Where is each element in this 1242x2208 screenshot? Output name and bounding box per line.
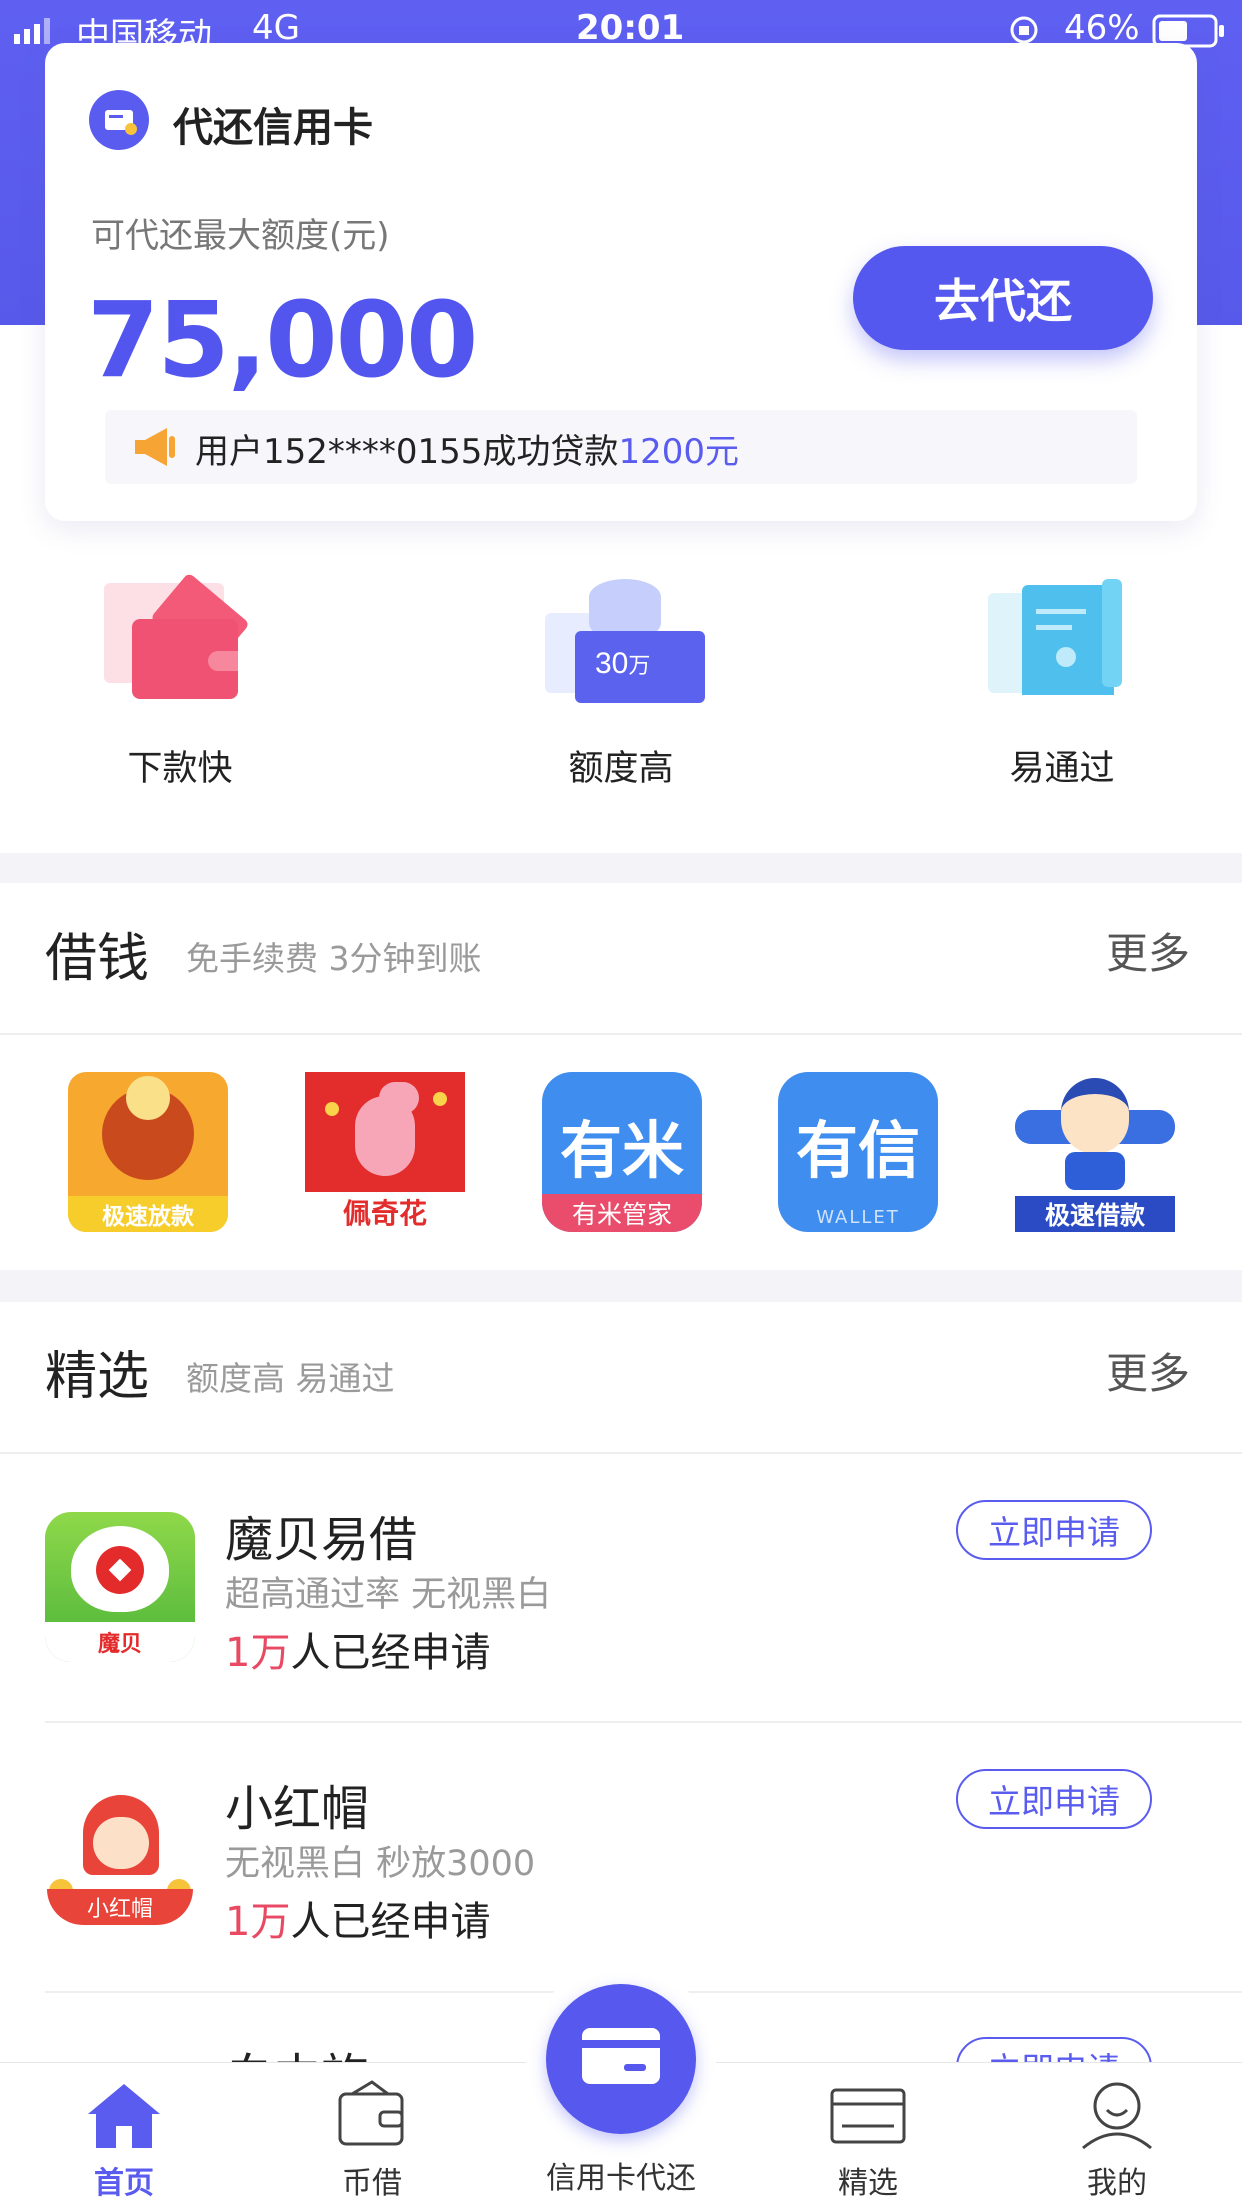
feature-easy-pass[interactable]: 易通过 bbox=[932, 575, 1192, 795]
section-divider bbox=[0, 1270, 1242, 1302]
notice-amount: 1200元 bbox=[618, 432, 739, 472]
app-peiqihua[interactable]: 佩奇花 bbox=[305, 1072, 465, 1232]
red-hood-girl-icon: 小红帽 bbox=[45, 1795, 195, 1935]
logo-text: 小红帽 bbox=[47, 1889, 193, 1925]
app-jisu-fangkuan[interactable]: 极速放款 bbox=[68, 1072, 228, 1232]
network-label: 4G bbox=[252, 8, 300, 48]
product-row[interactable]: 小红帽 小红帽 无视黑白 秒放3000 1万人已经申请 立即申请 bbox=[0, 1723, 1242, 1991]
apply-button[interactable]: 立即申请 bbox=[956, 1769, 1152, 1829]
app-youxin-wallet[interactable]: 有信 WALLET bbox=[778, 1072, 938, 1232]
feature-label: 易通过 bbox=[1009, 749, 1115, 789]
feature-label: 额度高 bbox=[568, 749, 674, 789]
megaphone-icon bbox=[135, 428, 175, 466]
wallet-icon bbox=[338, 2080, 404, 2146]
youxin-logo-icon: 有信 bbox=[795, 1114, 920, 1187]
feature-high-limit[interactable]: 30万 额度高 bbox=[491, 575, 751, 795]
credit-card-repay-card: 代还信用卡 可代还最大额度(元) 75,000 去代还 用户152****015… bbox=[45, 43, 1197, 521]
tab-label: 精选 bbox=[838, 2166, 898, 2201]
tab-featured[interactable]: 精选 bbox=[768, 2080, 968, 2202]
product-name: 白中旅 bbox=[225, 2037, 369, 2062]
credit-card-icon[interactable] bbox=[546, 1984, 696, 2134]
tab-credit-card-repay[interactable]: 信用卡代还 bbox=[521, 2153, 721, 2197]
tab-bijie[interactable]: 币借 bbox=[272, 2080, 472, 2202]
section-divider bbox=[0, 853, 1242, 883]
tab-label: 币借 bbox=[342, 2166, 402, 2201]
apply-count-suffix: 人已经申请 bbox=[290, 1899, 491, 1945]
card-list-icon bbox=[830, 2088, 906, 2144]
feature-label: 下款快 bbox=[127, 749, 233, 789]
tab-home[interactable]: 首页 bbox=[24, 2080, 224, 2202]
youmi-logo-icon: 有米 bbox=[559, 1114, 684, 1187]
app-youmi-guanjia[interactable]: 有米 有米管家 bbox=[542, 1072, 702, 1232]
featured-section-title: 精选 bbox=[45, 1347, 150, 1407]
borrow-section-subtitle: 免手续费 3分钟到账 bbox=[186, 939, 482, 978]
app-label: 极速借款 bbox=[1015, 1196, 1175, 1232]
tab-label: 首页 bbox=[94, 2166, 154, 2201]
apply-button[interactable]: 立即申请 bbox=[956, 1500, 1152, 1560]
feature-fast[interactable]: 下款快 bbox=[50, 572, 310, 795]
apply-button[interactable]: 立即申请 bbox=[956, 2037, 1152, 2062]
product-name: 魔贝易借 bbox=[225, 1512, 418, 1568]
card-repay-icon bbox=[89, 90, 149, 150]
app-jisu-jiekuan[interactable]: 极速借款 bbox=[1015, 1072, 1175, 1232]
orientation-lock-icon bbox=[1010, 16, 1038, 44]
product-apply-count: 1万人已经申请 bbox=[225, 1889, 490, 1947]
apply-count-value: 1万 bbox=[225, 1630, 291, 1676]
go-repay-button[interactable]: 去代还 bbox=[853, 246, 1153, 350]
product-apply-count: 1万人已经申请 bbox=[225, 1620, 490, 1678]
tab-label: 信用卡代还 bbox=[546, 2161, 696, 2196]
limit-label: 可代还最大额度(元) bbox=[91, 216, 390, 256]
limit-value: 75,000 bbox=[87, 279, 478, 401]
card-title: 代还信用卡 bbox=[173, 105, 373, 151]
apply-count-suffix: 人已经申请 bbox=[290, 1630, 491, 1676]
notice-bar: 用户152****0155成功贷款1200元 bbox=[105, 410, 1137, 484]
borrow-more-link[interactable]: 更多 bbox=[1106, 920, 1190, 981]
badge-value: 30 bbox=[595, 647, 629, 680]
product-name: 小红帽 bbox=[225, 1781, 370, 1837]
app-label: 有米管家 bbox=[542, 1194, 702, 1232]
badge-unit: 万 bbox=[628, 653, 651, 678]
wallet-icon bbox=[104, 572, 254, 699]
battery-label: 46% bbox=[1064, 8, 1140, 48]
divider-line bbox=[0, 1033, 1242, 1035]
featured-more-link[interactable]: 更多 bbox=[1106, 1340, 1190, 1401]
featured-section-subtitle: 额度高 易通过 bbox=[186, 1359, 395, 1398]
app-label: 极速放款 bbox=[68, 1196, 228, 1232]
logo-text: 魔贝 bbox=[45, 1622, 195, 1662]
tab-label: 我的 bbox=[1087, 2166, 1147, 2201]
app-label: WALLET bbox=[816, 1207, 900, 1228]
shell-logo-icon: 魔贝 bbox=[45, 1512, 195, 1662]
home-icon bbox=[88, 2084, 160, 2148]
time-label: 20:01 bbox=[576, 8, 685, 48]
notice-prefix: 用户152****0155成功贷款 bbox=[195, 432, 619, 472]
user-icon bbox=[1082, 2082, 1152, 2150]
app-label: 佩奇花 bbox=[305, 1192, 465, 1232]
product-desc: 无视黑白 秒放3000 bbox=[225, 1844, 536, 1884]
borrow-section-title: 借钱 bbox=[45, 929, 150, 989]
signal-icon bbox=[14, 18, 50, 44]
tab-mine[interactable]: 我的 bbox=[1017, 2080, 1217, 2202]
receipt-icon bbox=[988, 579, 1138, 699]
product-desc: 超高通过率 无视黑白 bbox=[225, 1575, 552, 1615]
apply-count-value: 1万 bbox=[225, 1899, 291, 1945]
notice-text: 用户152****0155成功贷款1200元 bbox=[195, 424, 739, 473]
product-row[interactable]: 魔贝 魔贝易借 超高通过率 无视黑白 1万人已经申请 立即申请 bbox=[0, 1454, 1242, 1722]
coin-stack-icon: 30万 bbox=[545, 579, 705, 703]
